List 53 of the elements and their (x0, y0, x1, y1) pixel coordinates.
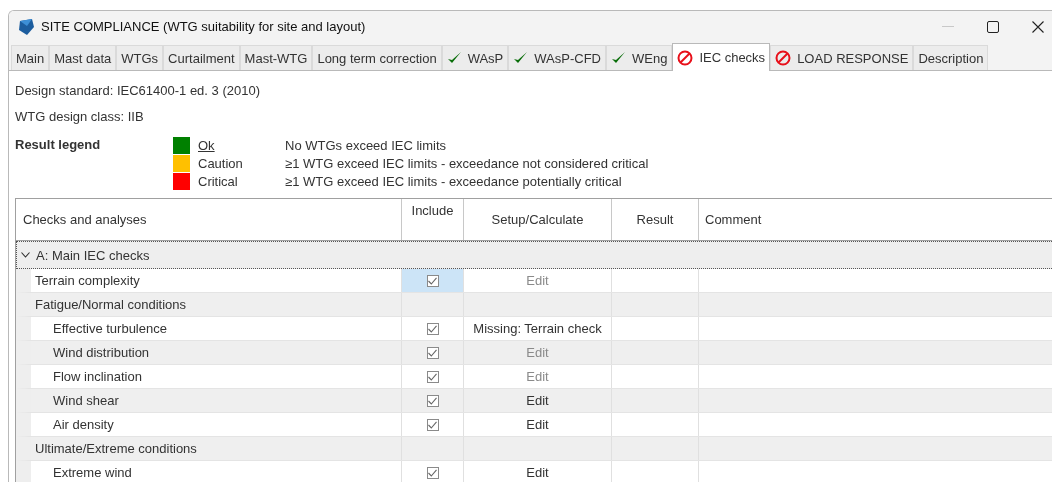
group-row[interactable]: A: Main IEC checks (16, 241, 1052, 269)
include-checkbox[interactable] (426, 322, 439, 335)
design-standard: Design standard: IEC61400-1 ed. 3 (2010) (15, 83, 261, 100)
subgroup-label: Fatigue/Normal conditions (31, 293, 402, 316)
check-name: Extreme wind (31, 461, 402, 482)
legend-description: No WTGs exceed IEC limits (285, 138, 447, 153)
tab[interactable]: Main (11, 45, 50, 70)
include-checkbox[interactable] (426, 418, 439, 431)
setup-link[interactable]: Edit (526, 465, 549, 480)
column-header[interactable]: Result (612, 199, 699, 240)
legend-description: ≥1 WTG exceed IEC limits - exceedance not considered critical (285, 156, 649, 171)
app-logo-icon (17, 17, 35, 36)
legend-title: Result legend (15, 137, 102, 154)
close-icon[interactable] (1032, 20, 1044, 33)
check-name: Effective turbulence (31, 317, 402, 340)
group-label: A: Main IEC checks (36, 247, 150, 263)
column-header[interactable]: Comment (699, 199, 1052, 240)
column-header[interactable]: Checks and analyses (16, 199, 402, 240)
tab[interactable]: IEC checks (672, 43, 771, 71)
include-checkbox[interactable] (426, 370, 439, 383)
legend-label: Ok (198, 138, 216, 153)
tab[interactable]: WAsP-CFD (508, 45, 606, 70)
include-checkbox[interactable] (426, 274, 439, 287)
chevron-icon[interactable] (21, 252, 30, 258)
tab[interactable]: Description (913, 45, 989, 70)
check-name: Air density (31, 413, 402, 436)
legend-label: Caution (198, 156, 244, 171)
window-title: SITE COMPLIANCE (WTG suitability for site and layout) (41, 19, 366, 34)
setup-link[interactable]: Edit (526, 393, 549, 408)
legend-label: Critical (198, 174, 239, 189)
include-cell[interactable] (402, 269, 464, 292)
setup-link[interactable]: Edit (526, 417, 549, 432)
tab[interactable]: WAsP (441, 45, 509, 70)
column-header[interactable]: Include (402, 199, 464, 240)
column-header[interactable]: Setup/Calculate (464, 199, 612, 240)
setup-link[interactable]: Missing: Terrain check (473, 321, 602, 336)
legend-description: ≥1 WTG exceed IEC limits - exceedance potentially critical (285, 174, 622, 189)
include-checkbox[interactable] (426, 466, 439, 479)
subgroup-label: Ultimate/Extreme conditions (31, 437, 402, 460)
tab[interactable]: Mast-WTG (239, 45, 313, 70)
tab[interactable]: WTGs (116, 45, 164, 70)
maximize-icon[interactable] (987, 20, 999, 33)
include-checkbox[interactable] (426, 394, 439, 407)
tab[interactable]: WEng (605, 45, 673, 70)
tab[interactable]: LOAD RESPONSE (770, 45, 914, 70)
tab[interactable]: Mast data (49, 45, 117, 70)
check-name: Wind distribution (31, 341, 402, 364)
tab[interactable]: Long term correction (312, 45, 442, 70)
check-name: Wind shear (31, 389, 402, 412)
include-checkbox[interactable] (426, 346, 439, 359)
tab[interactable]: Curtailment (163, 45, 240, 70)
design-class: WTG design class: IIB (15, 109, 145, 126)
check-name: Flow inclination (31, 365, 402, 388)
